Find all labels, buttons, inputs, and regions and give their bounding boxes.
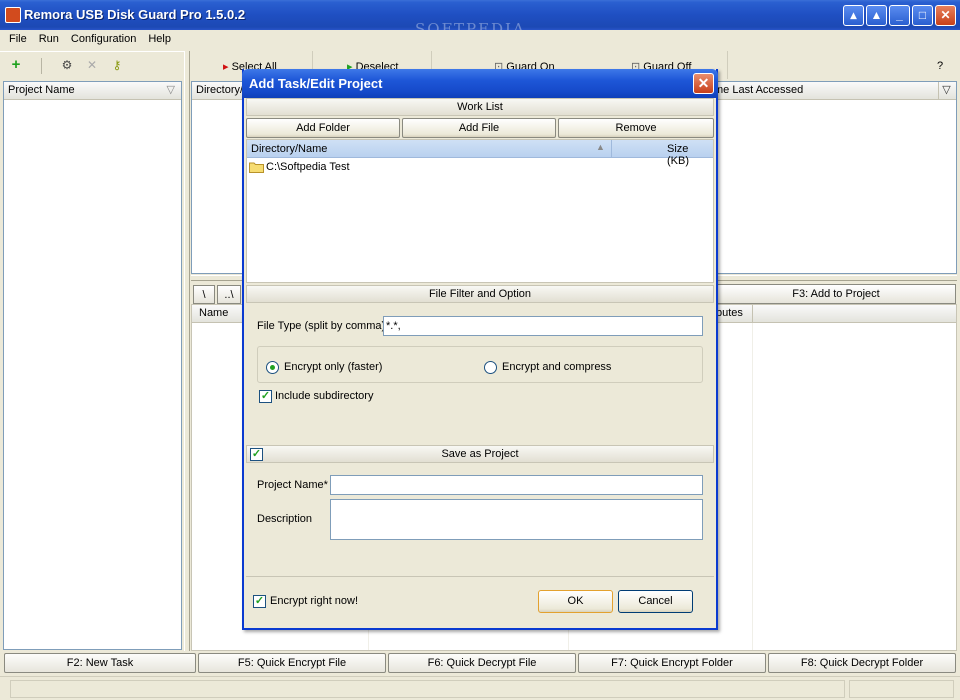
project-list[interactable]: Project Name ▽ (3, 81, 182, 650)
toolbar-divider (727, 51, 728, 79)
sort-ascending-icon: ▲ (596, 142, 605, 152)
menu-help[interactable]: Help (142, 30, 177, 45)
divider (246, 576, 714, 577)
key-icon[interactable]: ⚷ (109, 58, 125, 74)
project-name-column: Project Name (8, 84, 75, 96)
description-label: Description (257, 513, 313, 525)
window-title: Remora USB Disk Guard Pro 1.5.0.2 (24, 7, 246, 22)
menu-bar: File Run Configuration Help (0, 30, 960, 50)
dialog-title: Add Task/Edit Project (249, 76, 383, 91)
work-list-header-row: Directory/Name ▲ Size (KB) (247, 140, 713, 167)
dialog-close-icon[interactable]: ✕ (693, 73, 714, 94)
menu-file[interactable]: File (0, 30, 33, 45)
f6-quick-decrypt-file-button[interactable]: F6: Quick Decrypt File (388, 653, 576, 673)
delete-icon[interactable]: ✕ (84, 58, 100, 74)
save-as-project-checkbox[interactable]: ✓ (250, 448, 263, 461)
last-accessed-column[interactable]: me Last Accessed (714, 82, 803, 99)
status-panel-side (849, 680, 954, 698)
work-list-table[interactable]: Directory/Name ▲ Size (KB) C:\Softpedia … (246, 139, 714, 283)
vertical-splitter[interactable] (184, 51, 190, 651)
menu-run[interactable]: Run (33, 30, 65, 45)
project-list-header[interactable]: Project Name ▽ (4, 82, 181, 100)
folder-icon (249, 161, 264, 173)
description-input[interactable] (330, 499, 703, 540)
cancel-button[interactable]: Cancel (618, 590, 693, 613)
f7-quick-encrypt-folder-button[interactable]: F7: Quick Encrypt Folder (578, 653, 766, 673)
toolbar-divider (41, 58, 42, 74)
add-project-icon[interactable]: + (8, 57, 24, 74)
grid-line (752, 323, 753, 650)
minimize-button[interactable]: _ (889, 5, 910, 26)
directory-name-column[interactable]: Directory/Name (251, 143, 327, 155)
include-subdirectory-checkbox[interactable]: ✓ (259, 390, 272, 403)
remove-button[interactable]: Remove (558, 118, 714, 138)
name-column[interactable]: Name (196, 307, 228, 319)
roll-down-icon[interactable]: ▴ (843, 5, 864, 26)
left-toolbar: + ⚙ ✕ ⚷ (0, 51, 184, 79)
item-path: C:\Softpedia Test (266, 161, 350, 173)
encrypt-now-label[interactable]: Encrypt right now! (270, 595, 358, 607)
encrypt-only-radio[interactable] (266, 361, 279, 374)
filter-icon[interactable]: ▽ (167, 82, 175, 99)
dialog-title-bar: Add Task/Edit Project ✕ (242, 69, 718, 98)
column-divider (752, 305, 753, 322)
add-task-dialog: Work List Add Folder Add File Remove Dir… (242, 69, 718, 630)
f8-quick-decrypt-folder-button[interactable]: F8: Quick Decrypt Folder (768, 653, 956, 673)
add-folder-button[interactable]: Add Folder (246, 118, 400, 138)
settings-icon[interactable]: ⚙ (59, 58, 75, 74)
ok-button[interactable]: OK (538, 590, 613, 613)
file-filter-header: File Filter and Option (246, 285, 714, 303)
help-button[interactable]: ? (937, 60, 943, 72)
encrypt-now-checkbox[interactable]: ✓ (253, 595, 266, 608)
filter-icon[interactable]: ▽ (938, 82, 954, 99)
encryption-mode-group: Encrypt only (faster) Encrypt and compre… (257, 346, 703, 383)
maximize-button[interactable]: □ (912, 5, 933, 26)
menu-configuration[interactable]: Configuration (65, 30, 142, 45)
f2-new-task-button[interactable]: F2: New Task (4, 653, 196, 673)
project-name-input[interactable] (330, 475, 703, 495)
include-subdirectory-label[interactable]: Include subdirectory (275, 390, 373, 402)
title-bar: Remora USB Disk Guard Pro 1.5.0.2 SOFTPE… (0, 0, 960, 38)
status-bar (0, 676, 960, 700)
app-lock-icon (5, 7, 21, 23)
work-list-header: Work List (246, 98, 714, 116)
file-type-input[interactable]: *.*, (383, 316, 703, 336)
save-as-project-header: Save as Project (246, 445, 714, 463)
file-type-label: File Type (split by comma) (257, 320, 386, 332)
add-file-button[interactable]: Add File (402, 118, 556, 138)
directory-column[interactable]: Directory/ (196, 84, 243, 96)
status-panel-main (10, 680, 845, 698)
up-dir-button[interactable]: ..\ (217, 285, 241, 304)
f5-quick-encrypt-file-button[interactable]: F5: Quick Encrypt File (198, 653, 386, 673)
encrypt-only-label[interactable]: Encrypt only (faster) (284, 361, 382, 373)
close-button[interactable]: ✕ (935, 5, 956, 26)
root-dir-button[interactable]: \ (193, 285, 215, 304)
column-divider (611, 140, 612, 158)
add-to-project-button[interactable]: F3: Add to Project (716, 284, 956, 304)
encrypt-compress-label[interactable]: Encrypt and compress (502, 361, 611, 373)
list-item[interactable]: C:\Softpedia Test (247, 160, 713, 176)
roll-up-icon[interactable]: ▲ (866, 5, 887, 26)
encrypt-compress-radio[interactable] (484, 361, 497, 374)
attributes-column[interactable]: butes (716, 305, 743, 322)
project-name-label: Project Name* (257, 479, 328, 491)
